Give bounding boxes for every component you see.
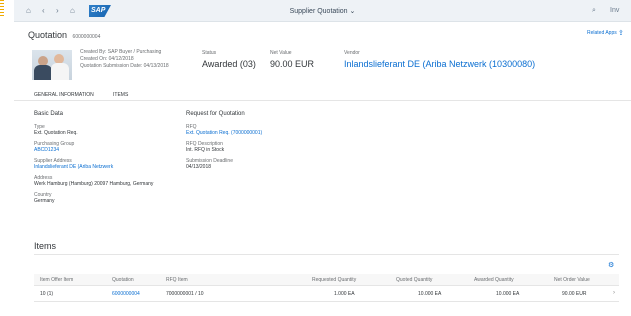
user-menu[interactable]: Inv — [610, 7, 619, 14]
app-title[interactable]: Supplier Quotation ⌄ — [14, 7, 631, 15]
cell-net-order-value: 90.00 EUR — [562, 291, 587, 297]
supplier-label: Vendor — [344, 50, 360, 56]
supplier-kpi: Vendor Inlandslieferant DE (Ariba Netzwe… — [344, 50, 535, 69]
cell-awarded-quantity: 10.000 EA — [496, 291, 520, 297]
items-title: Items — [34, 241, 57, 251]
shell-bar: ⌂ ‹ › ⌂ SAP Supplier Quotation ⌄ ⌕ Inv — [14, 0, 631, 22]
items-divider — [34, 254, 619, 255]
column-item[interactable]: Item Offer Item — [40, 277, 73, 283]
chevron-right-icon[interactable]: › — [613, 290, 615, 296]
object-header: Quotation 6000000004 Related Apps ⇪ Crea… — [14, 22, 631, 87]
side-marker — [0, 0, 14, 34]
cell-rfq-item: 7000000001 / 10 — [166, 291, 204, 297]
rfq-link[interactable]: Ext. Quotation Req. (7000000001) — [186, 130, 262, 136]
net-value-kpi: Net Value 90.00 EUR — [270, 50, 314, 69]
rfq-section-title: Request for Quotation — [186, 111, 245, 117]
column-net-order-value[interactable]: Net Order Value — [554, 277, 590, 283]
created-on: Created On: 04/12/2018 — [80, 56, 134, 62]
column-rfq-item[interactable]: RFQ Item — [166, 277, 188, 283]
created-by: Created By: SAP Buyer / Purchasing — [80, 49, 162, 55]
submission-date: Quotation Submission Date: 04/13/2018 — [80, 63, 169, 69]
header-image — [32, 50, 72, 80]
table-row[interactable]: 10 (1) 6000000004 7000000001 / 10 1.000 … — [34, 286, 619, 302]
rfq-field: RFQ Ext. Quotation Req. (7000000001) — [186, 124, 263, 136]
settings-icon[interactable]: ⚙ — [608, 261, 614, 269]
cell-quotation-link[interactable]: 6000000004 — [112, 291, 140, 297]
related-apps-button[interactable]: Related Apps — [587, 30, 617, 36]
supplier-address-link[interactable]: Inlandslieferant DE (Ariba Netzwerk — [34, 164, 113, 170]
column-quotation[interactable]: Quotation — [112, 277, 134, 283]
status-label: Status — [202, 50, 217, 56]
supplier-link[interactable]: Inlandslieferant DE (Ariba Netzwerk (103… — [344, 59, 535, 69]
column-quoted-quantity[interactable]: Quoted Quantity — [396, 277, 432, 283]
search-icon[interactable]: ⌕ — [592, 7, 596, 15]
items-table-header: Item Offer Item Quotation RFQ Item Reque… — [34, 274, 619, 286]
header-meta: Created By: SAP Buyer / Purchasing Creat… — [80, 49, 169, 70]
rfq-description-field: RFQ Description Int. RFQ in Stock — [186, 141, 225, 153]
basic-data-title: Basic Data — [34, 111, 64, 117]
cell-item: 10 (1) — [40, 291, 54, 297]
net-value-label: Net Value — [270, 50, 292, 56]
supplier-address-field: Supplier Address Inlandslieferant DE (Ar… — [34, 158, 114, 170]
net-value: 90.00 EUR — [270, 59, 315, 69]
address-field: Address Werk Hamburg (Hamburg) 20097 Ham… — [34, 175, 154, 187]
submission-deadline-field: Submission Deadline 04/13/2018 — [186, 158, 233, 170]
title-subtitle: 6000000004 — [72, 34, 101, 40]
column-awarded-quantity[interactable]: Awarded Quantity — [474, 277, 514, 283]
country-field: Country Germany — [34, 192, 55, 204]
title-text: Quotation — [28, 30, 68, 40]
tab-items[interactable]: ITEMS — [113, 92, 128, 98]
tab-bar: GENERAL INFORMATION ITEMS — [14, 87, 631, 103]
purchasing-group-field: Purchasing Group ABCD1234 — [34, 141, 75, 153]
page-title: Quotation 6000000004 — [28, 30, 100, 40]
column-requested-quantity[interactable]: Requested Quantity — [312, 277, 356, 283]
main-content: Basic Data Request for Quotation Type Ex… — [14, 101, 631, 316]
status-kpi: Status Awarded (03) — [202, 50, 256, 69]
cell-quoted-quantity: 10.000 EA — [418, 291, 442, 297]
cell-requested-quantity: 1.000 EA — [334, 291, 355, 297]
status-value: Awarded (03) — [202, 59, 256, 69]
purchasing-group-link[interactable]: ABCD1234 — [34, 147, 74, 153]
type-field: Type Ext. Quotation Req. — [34, 124, 78, 136]
share-icon[interactable]: ⇪ — [618, 29, 624, 37]
